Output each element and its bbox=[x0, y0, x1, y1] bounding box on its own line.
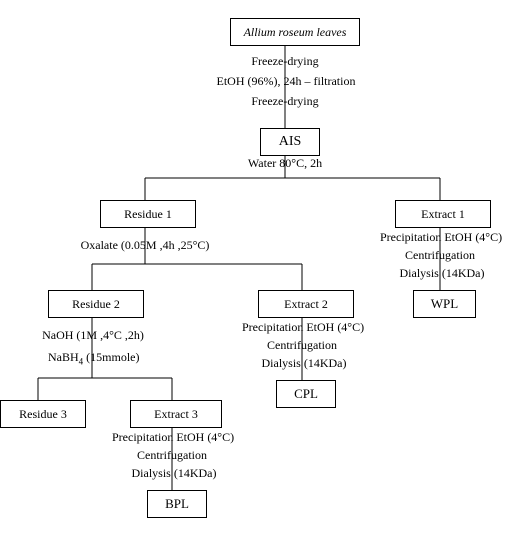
diagram-canvas: Allium roseum leaves Freeze-drying EtOH … bbox=[0, 0, 518, 550]
box-extract-1: Extract 1 bbox=[395, 200, 491, 228]
step-ext3-dialysis: Dialysis (14KDa) bbox=[124, 466, 224, 480]
label-ais: AIS bbox=[279, 134, 302, 150]
box-cpl: CPL bbox=[276, 380, 336, 408]
box-bpl: BPL bbox=[147, 490, 207, 518]
box-residue-1: Residue 1 bbox=[100, 200, 196, 228]
step-ext1-dialysis: Dialysis (14KDa) bbox=[392, 266, 492, 280]
box-residue-2: Residue 2 bbox=[48, 290, 144, 318]
step-ext1-centrif: Centrifugation bbox=[400, 248, 480, 262]
step-ext1-precip: Precipitation EtOH (4°C) bbox=[380, 230, 500, 244]
box-residue-3: Residue 3 bbox=[0, 400, 86, 428]
step-etoh-filtration: EtOH (96%), 24h – filtration bbox=[216, 74, 356, 88]
label-residue-2: Residue 2 bbox=[72, 297, 120, 312]
label-extract-1: Extract 1 bbox=[421, 207, 465, 222]
box-wpl: WPL bbox=[413, 290, 476, 318]
step-ext2-precip: Precipitation EtOH (4°C) bbox=[242, 320, 362, 334]
label-start: Allium roseum leaves bbox=[244, 25, 347, 40]
step-ext3-centrif: Centrifugation bbox=[132, 448, 212, 462]
label-extract-3: Extract 3 bbox=[154, 407, 198, 422]
label-extract-2: Extract 2 bbox=[284, 297, 328, 312]
step-ext3-precip: Precipitation EtOH (4°C) bbox=[112, 430, 232, 444]
step-ext2-centrif: Centrifugation bbox=[262, 338, 342, 352]
box-extract-2: Extract 2 bbox=[258, 290, 354, 318]
step-freeze-drying-1: Freeze-drying bbox=[240, 54, 330, 68]
step-freeze-drying-2: Freeze-drying bbox=[240, 94, 330, 108]
step-ext2-dialysis: Dialysis (14KDa) bbox=[254, 356, 354, 370]
label-cpl: CPL bbox=[294, 386, 318, 402]
box-start: Allium roseum leaves bbox=[230, 18, 360, 46]
step-oxalate: Oxalate (0.05M ,4h ,25°C) bbox=[75, 238, 215, 252]
label-residue-1: Residue 1 bbox=[124, 207, 172, 222]
label-wpl: WPL bbox=[431, 296, 458, 312]
step-nabh4: NaBH4 (15mmole) bbox=[48, 350, 138, 367]
step-naoh: NaOH (1M ,4°C ,2h) bbox=[38, 328, 148, 342]
label-bpl: BPL bbox=[165, 496, 189, 512]
box-ais: AIS bbox=[260, 128, 320, 156]
label-residue-3: Residue 3 bbox=[19, 407, 67, 422]
box-extract-3: Extract 3 bbox=[130, 400, 222, 428]
step-water: Water 80°C, 2h bbox=[240, 156, 330, 170]
